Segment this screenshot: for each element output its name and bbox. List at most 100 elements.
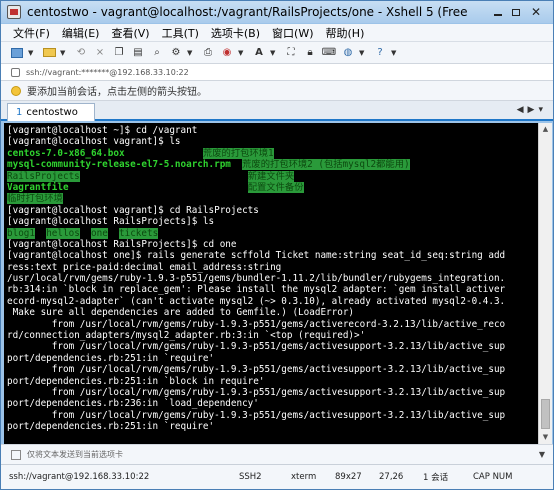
terminal-highlight: mysql-community-release-el7-5.noarch.rpm [7, 159, 231, 171]
title-bar: centostwo - vagrant@localhost:/vagrant/R… [1, 1, 553, 23]
reconnect-icon[interactable]: ⟲ [73, 45, 89, 61]
vertical-scrollbar[interactable]: ▲ ▼ [538, 123, 552, 444]
chevron-down-icon[interactable]: ▼ [391, 49, 398, 57]
chevron-down-icon[interactable]: ▼ [60, 49, 67, 57]
tab-label: centostwo [26, 107, 78, 118]
find-icon[interactable]: ⌕ [149, 45, 165, 61]
terminal-text: port/dependencies.rb:251:in `require' [7, 352, 215, 364]
terminal-highlight: blog1 [7, 227, 35, 239]
terminal-highlight: 新建文件夹 [247, 170, 295, 182]
scroll-down-icon[interactable]: ▼ [539, 431, 552, 444]
address-bar[interactable]: ssh://vagrant:*******@192.168.33.10:22 [1, 64, 553, 81]
terminal-line: ress:text price-paid:decimal email_addre… [7, 262, 535, 273]
terminal-text: rd/connection_adapters/mysql2_adapter.rb… [7, 330, 366, 342]
chevron-right-icon[interactable]: ▶ [528, 105, 539, 115]
open-folder-icon[interactable] [41, 45, 57, 61]
terminal-text: [vagrant@localhost vagrant]$ ls [7, 136, 181, 148]
chevron-down-icon[interactable]: ▼ [28, 49, 35, 57]
terminal-line: Make sure all dependencies are added to … [7, 307, 535, 318]
terminal-line: ecord-mysql2-adapter` (can't activate my… [7, 296, 535, 307]
terminal-line: from /usr/local/rvm/gems/ruby-1.9.3-p551… [7, 341, 535, 352]
menu-edit[interactable]: 编辑(E) [62, 25, 100, 41]
xshell-app-icon[interactable] [7, 5, 21, 19]
chevron-down-icon[interactable]: ▼ [539, 450, 545, 459]
status-connection: ssh://vagrant@192.168.33.10:22 [9, 472, 150, 482]
terminal-text: from /usr/local/rvm/gems/ruby-1.9.3-p551… [7, 364, 506, 376]
status-caps: CAP NUM [473, 472, 513, 482]
maximize-icon[interactable] [507, 4, 525, 20]
status-bar: ssh://vagrant@192.168.33.10:22 SSH2 xter… [1, 464, 553, 489]
terminal-line: RailsProjects 新建文件夹 [7, 170, 535, 182]
status-term: xterm [291, 472, 317, 482]
terminal-highlight: tickets [119, 227, 159, 239]
send-bar-placeholder: 仅将文本发送到当前选项卡 [27, 450, 123, 459]
terminal-line: blog1 hellos one tickets [7, 227, 535, 239]
chevron-down-icon[interactable]: ▼ [359, 49, 366, 57]
terminal-highlight: one [91, 227, 108, 239]
lock-icon[interactable]: 🔒︎ [302, 45, 318, 61]
menu-bar: 文件(F) 编辑(E) 查看(V) 工具(T) 选项卡(B) 窗口(W) 帮助(… [1, 24, 553, 42]
terminal-highlight: RailsProjects [7, 170, 80, 182]
menu-tools[interactable]: 工具(T) [162, 25, 199, 41]
terminal-text: port/dependencies.rb:251:in `block in re… [7, 375, 265, 387]
menu-window[interactable]: 窗口(W) [272, 25, 313, 41]
print-icon[interactable]: ⎙ [200, 45, 216, 61]
toolbar: ▼ ▼ ⟲ ⨯ ❐ ▤ ⌕ ⚙ ▼ ⎙ ◉ ▼ A ▼ ⛶ 🔒︎ ⌨ ◍ ▼ ?… [1, 42, 553, 64]
terminal-text: [vagrant@localhost ~]$ cd /vagrant [7, 125, 198, 136]
disconnect-icon[interactable]: ⨯ [92, 45, 108, 61]
fullscreen-icon[interactable]: ⛶ [283, 45, 299, 61]
status-protocol: SSH2 [239, 472, 262, 482]
close-icon[interactable]: ✕ [525, 4, 547, 20]
send-bar[interactable]: 仅将文本发送到当前选项卡 ▼ [1, 444, 553, 464]
help-icon[interactable]: ? [372, 45, 388, 61]
tab-bar: 1 centostwo ◀▶▾ [1, 101, 553, 121]
terminal-line: 临时打包环境 [7, 193, 535, 205]
tab-list-icon[interactable]: ▾ [538, 105, 547, 115]
terminal-line: mysql-community-release-el7-5.noarch.rpm… [7, 159, 535, 171]
terminal-line: from /usr/local/rvm/gems/ruby-1.9.3-p551… [7, 387, 535, 398]
minimize-icon[interactable] [489, 4, 507, 20]
menu-tabs[interactable]: 选项卡(B) [211, 25, 260, 41]
chevron-down-icon[interactable]: ▼ [187, 49, 194, 57]
terminal-line: from /usr/local/rvm/gems/ruby-1.9.3-p551… [7, 319, 535, 330]
menu-view[interactable]: 查看(V) [111, 25, 149, 41]
chevron-left-icon[interactable]: ◀ [517, 105, 528, 115]
keyboard-icon[interactable]: ⌨ [321, 45, 337, 61]
new-session-icon[interactable] [9, 45, 25, 61]
terminal-text: from /usr/local/rvm/gems/ruby-1.9.3-p551… [7, 386, 506, 398]
terminal-text: [vagrant@localhost RailsProjects]$ ls [7, 216, 215, 228]
terminal-line: Vagrantfile 配置文件备份 [7, 181, 535, 193]
tab-centostwo[interactable]: 1 centostwo [7, 103, 95, 121]
terminal-line: centos-7.0-x86_64.box 荒废的打包环境1 [7, 147, 535, 159]
properties-icon[interactable]: ⚙ [168, 45, 184, 61]
window-title: centostwo - vagrant@localhost:/vagrant/R… [27, 5, 467, 19]
terminal-text: [vagrant@localhost one]$ rails generate … [7, 250, 506, 262]
menu-help[interactable]: 帮助(H) [326, 25, 365, 41]
menu-file[interactable]: 文件(F) [13, 25, 50, 41]
terminal-output[interactable]: [vagrant@localhost ~]$ cd /vagrant [vagra… [4, 123, 538, 444]
color-scheme-icon[interactable]: ◉ [219, 45, 235, 61]
terminal-text: rb:314:in `block in replace_gem': Please… [7, 284, 506, 296]
globe-icon[interactable]: ◍ [340, 45, 356, 61]
lightbulb-icon [11, 85, 21, 96]
scroll-up-icon[interactable]: ▲ [539, 123, 552, 136]
chevron-down-icon[interactable]: ▼ [270, 49, 277, 57]
scroll-thumb[interactable] [541, 399, 550, 429]
terminal-text: from /usr/local/rvm/gems/ruby-1.9.3-p551… [7, 318, 506, 330]
font-icon[interactable]: A [251, 45, 267, 61]
hint-bar: 要添加当前会话，点击左侧的箭头按钮。 [1, 81, 553, 101]
paste-icon[interactable]: ▤ [130, 45, 146, 61]
terminal-line: port/dependencies.rb:236:in `load_depend… [7, 398, 535, 409]
terminal-line: from /usr/local/rvm/gems/ruby-1.9.3-p551… [7, 410, 535, 421]
copy-icon[interactable]: ❐ [111, 45, 127, 61]
terminal-line: /usr/local/rvm/gems/ruby-1.9.3-p551/gems… [7, 273, 535, 284]
terminal-highlight: 临时打包环境 [7, 193, 63, 205]
terminal-line: [vagrant@localhost vagrant]$ ls [7, 136, 535, 147]
status-cursor: 27,26 [379, 472, 404, 482]
status-size: 89x27 [335, 472, 362, 482]
chevron-down-icon[interactable]: ▼ [238, 49, 245, 57]
compose-icon [11, 449, 21, 460]
